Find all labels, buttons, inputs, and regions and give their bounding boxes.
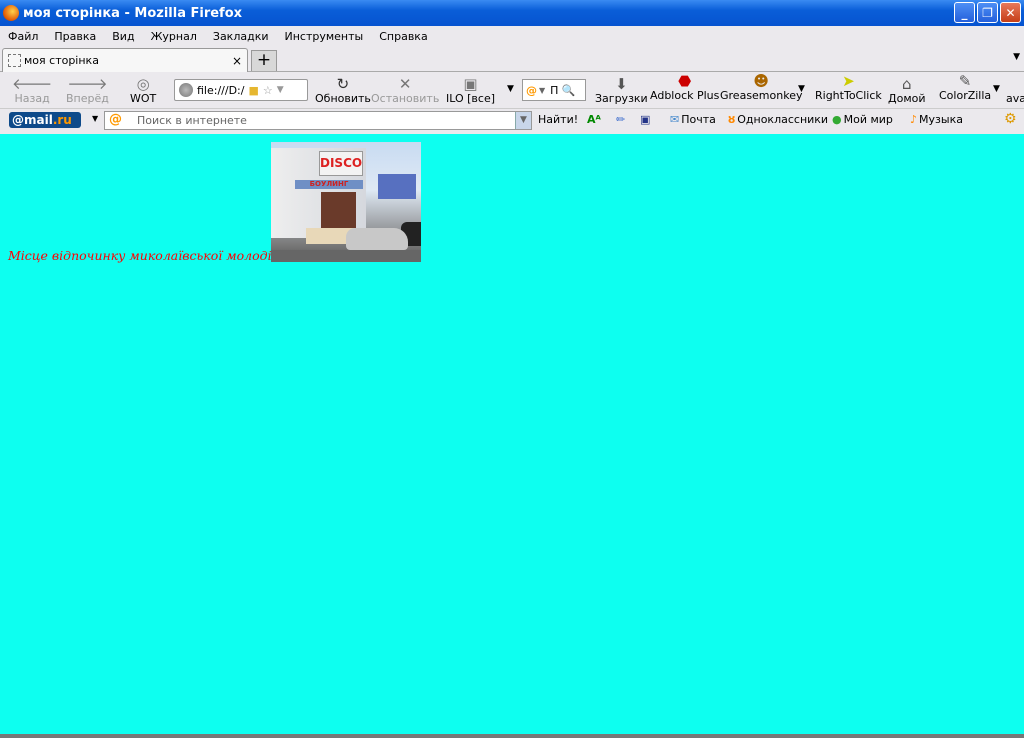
engine-dropdown-icon: ▼ xyxy=(539,85,546,95)
menu-file[interactable]: Файл xyxy=(8,30,38,43)
wot-icon: ◎ xyxy=(136,75,150,93)
new-tab-button[interactable]: + xyxy=(251,50,277,71)
home-icon: ⌂ xyxy=(901,75,912,93)
wot-button[interactable]: ◎ WOT xyxy=(130,76,156,105)
stop-button[interactable]: ✕ Остановить xyxy=(371,76,439,105)
forward-arrow-icon: 🡒 xyxy=(67,75,108,93)
tab-title: моя сторінка xyxy=(24,54,99,67)
photo-sign: DISCO xyxy=(319,151,363,176)
home-button[interactable]: ⌂ Домой xyxy=(888,76,926,105)
menu-history[interactable]: Журнал xyxy=(151,30,197,43)
search-box[interactable]: @ ▼ П 🔍 xyxy=(522,79,586,101)
download-arrow-icon: ⬇ xyxy=(615,75,628,93)
menu-help[interactable]: Справка xyxy=(379,30,427,43)
browser-chrome: Файл Правка Вид Журнал Закладки Инструме… xyxy=(0,26,1024,134)
mailru-toolbar: @mail.ru ▼ @ Поиск в интернете ▼ Найти! … xyxy=(0,108,1024,130)
navigation-toolbar: 🡐 Назад 🡒 Вперёд ◎ WOT file:///D:/ ■ ☆ ▼ ↻ О… xyxy=(0,72,1024,108)
settings-gear-icon[interactable]: ⚙ xyxy=(1004,111,1017,127)
window-title: моя сторінка - Mozilla Firefox xyxy=(23,5,243,21)
greasemonkey-dropdown-icon[interactable]: ▼ xyxy=(798,84,805,94)
envelope-icon: ✉ xyxy=(670,113,680,126)
tab-active[interactable]: моя сторінка × xyxy=(2,48,248,72)
url-text: file:///D:/ xyxy=(197,83,245,97)
page-search-icon[interactable]: ▣ xyxy=(640,113,650,126)
url-bar[interactable]: file:///D:/ ■ ☆ ▼ xyxy=(174,79,308,101)
downloads-button[interactable]: ⬇ Загрузки xyxy=(595,76,648,105)
close-button[interactable]: ✕ xyxy=(1000,2,1021,23)
restore-button[interactable]: ❐ xyxy=(977,2,998,23)
dropdown-icon[interactable]: ▼ xyxy=(277,85,284,95)
odnoklassniki-link[interactable]: ȣ Одноклассники xyxy=(728,113,828,126)
mailru-logo[interactable]: @mail.ru xyxy=(9,112,81,128)
righttoclick-button[interactable]: ➤ RightToClick xyxy=(815,73,882,102)
menu-view[interactable]: Вид xyxy=(112,30,134,43)
greasemonkey-button[interactable]: ☻ Greasemonkey xyxy=(720,73,802,102)
tab-close-icon[interactable]: × xyxy=(232,54,242,68)
eyedropper-icon: ✎ xyxy=(958,72,972,90)
search-placeholder: Поиск в интернете xyxy=(137,114,247,127)
search-dropdown-icon[interactable]: ▼ xyxy=(515,112,531,129)
photo-caption: Місце відпочинку миколаївської молоді xyxy=(8,248,272,263)
menu-bar: Файл Правка Вид Журнал Закладки Инструме… xyxy=(0,26,1024,46)
star-icon[interactable]: ☆ xyxy=(263,84,273,97)
page-content xyxy=(0,134,1024,734)
colorzilla-button[interactable]: ✎ ColorZilla xyxy=(939,73,991,102)
ilo-button[interactable]: ▣ ILO [все] xyxy=(446,76,495,105)
colorzilla-dropdown-icon[interactable]: ▼ xyxy=(993,84,1000,94)
forward-button[interactable]: 🡒 Вперёд xyxy=(66,76,109,105)
internet-search-input[interactable]: @ Поиск в интернете ▼ xyxy=(104,111,532,130)
ok-icon: ȣ xyxy=(728,113,736,126)
moimir-icon: ● xyxy=(832,113,842,126)
reload-button[interactable]: ↻ Обновить xyxy=(315,76,371,105)
find-button[interactable]: Найти! xyxy=(538,113,578,126)
toolbar-dropdown-icon[interactable]: ▼ xyxy=(507,84,514,94)
reload-icon: ↻ xyxy=(336,75,350,93)
overflow-button[interactable]: ava xyxy=(1006,92,1024,105)
cursor-icon: ➤ xyxy=(842,72,855,90)
minimize-button[interactable]: _ xyxy=(954,2,975,23)
mail-search-icon: @ xyxy=(109,112,122,127)
abp-icon: ⬣ xyxy=(678,72,692,90)
music-note-icon: ♪ xyxy=(910,113,918,126)
stop-icon: ✕ xyxy=(398,75,412,93)
globe-icon xyxy=(179,83,193,97)
mail-search-icon: @ xyxy=(526,83,537,97)
menu-bookmarks[interactable]: Закладки xyxy=(213,30,269,43)
search-text: П xyxy=(550,83,559,97)
magnifier-icon[interactable]: 🔍 xyxy=(561,84,575,97)
page-favicon-icon xyxy=(8,54,21,67)
folder-icon: ■ xyxy=(248,83,259,97)
status-bar-edge xyxy=(0,734,1024,738)
moimir-link[interactable]: ● Мой мир xyxy=(832,113,893,126)
camera-icon: ▣ xyxy=(463,75,478,93)
firefox-icon xyxy=(3,5,19,21)
font-size-icon[interactable]: Aᴬ xyxy=(587,113,601,126)
music-link[interactable]: ♪ Музыка xyxy=(910,113,963,126)
photo-band: БОУЛИНГ xyxy=(295,180,363,189)
mail-link[interactable]: ✉ Почта xyxy=(670,113,716,126)
back-button[interactable]: 🡐 Назад xyxy=(12,76,52,105)
monkey-icon: ☻ xyxy=(753,72,770,90)
back-arrow-icon: 🡐 xyxy=(12,75,53,93)
logo-dropdown-icon[interactable]: ▼ xyxy=(92,114,98,123)
highlighter-icon[interactable]: ✏ xyxy=(616,113,625,126)
menu-edit[interactable]: Правка xyxy=(54,30,96,43)
adblock-button[interactable]: ⬣ Adblock Plus xyxy=(650,73,719,102)
disco-building-photo: DISCO БОУЛИНГ xyxy=(271,142,421,262)
title-bar: моя сторінка - Mozilla Firefox _ ❐ ✕ xyxy=(0,0,1024,26)
menu-tools[interactable]: Инструменты xyxy=(285,30,364,43)
tab-list-icon[interactable]: ▼ xyxy=(1013,52,1020,62)
